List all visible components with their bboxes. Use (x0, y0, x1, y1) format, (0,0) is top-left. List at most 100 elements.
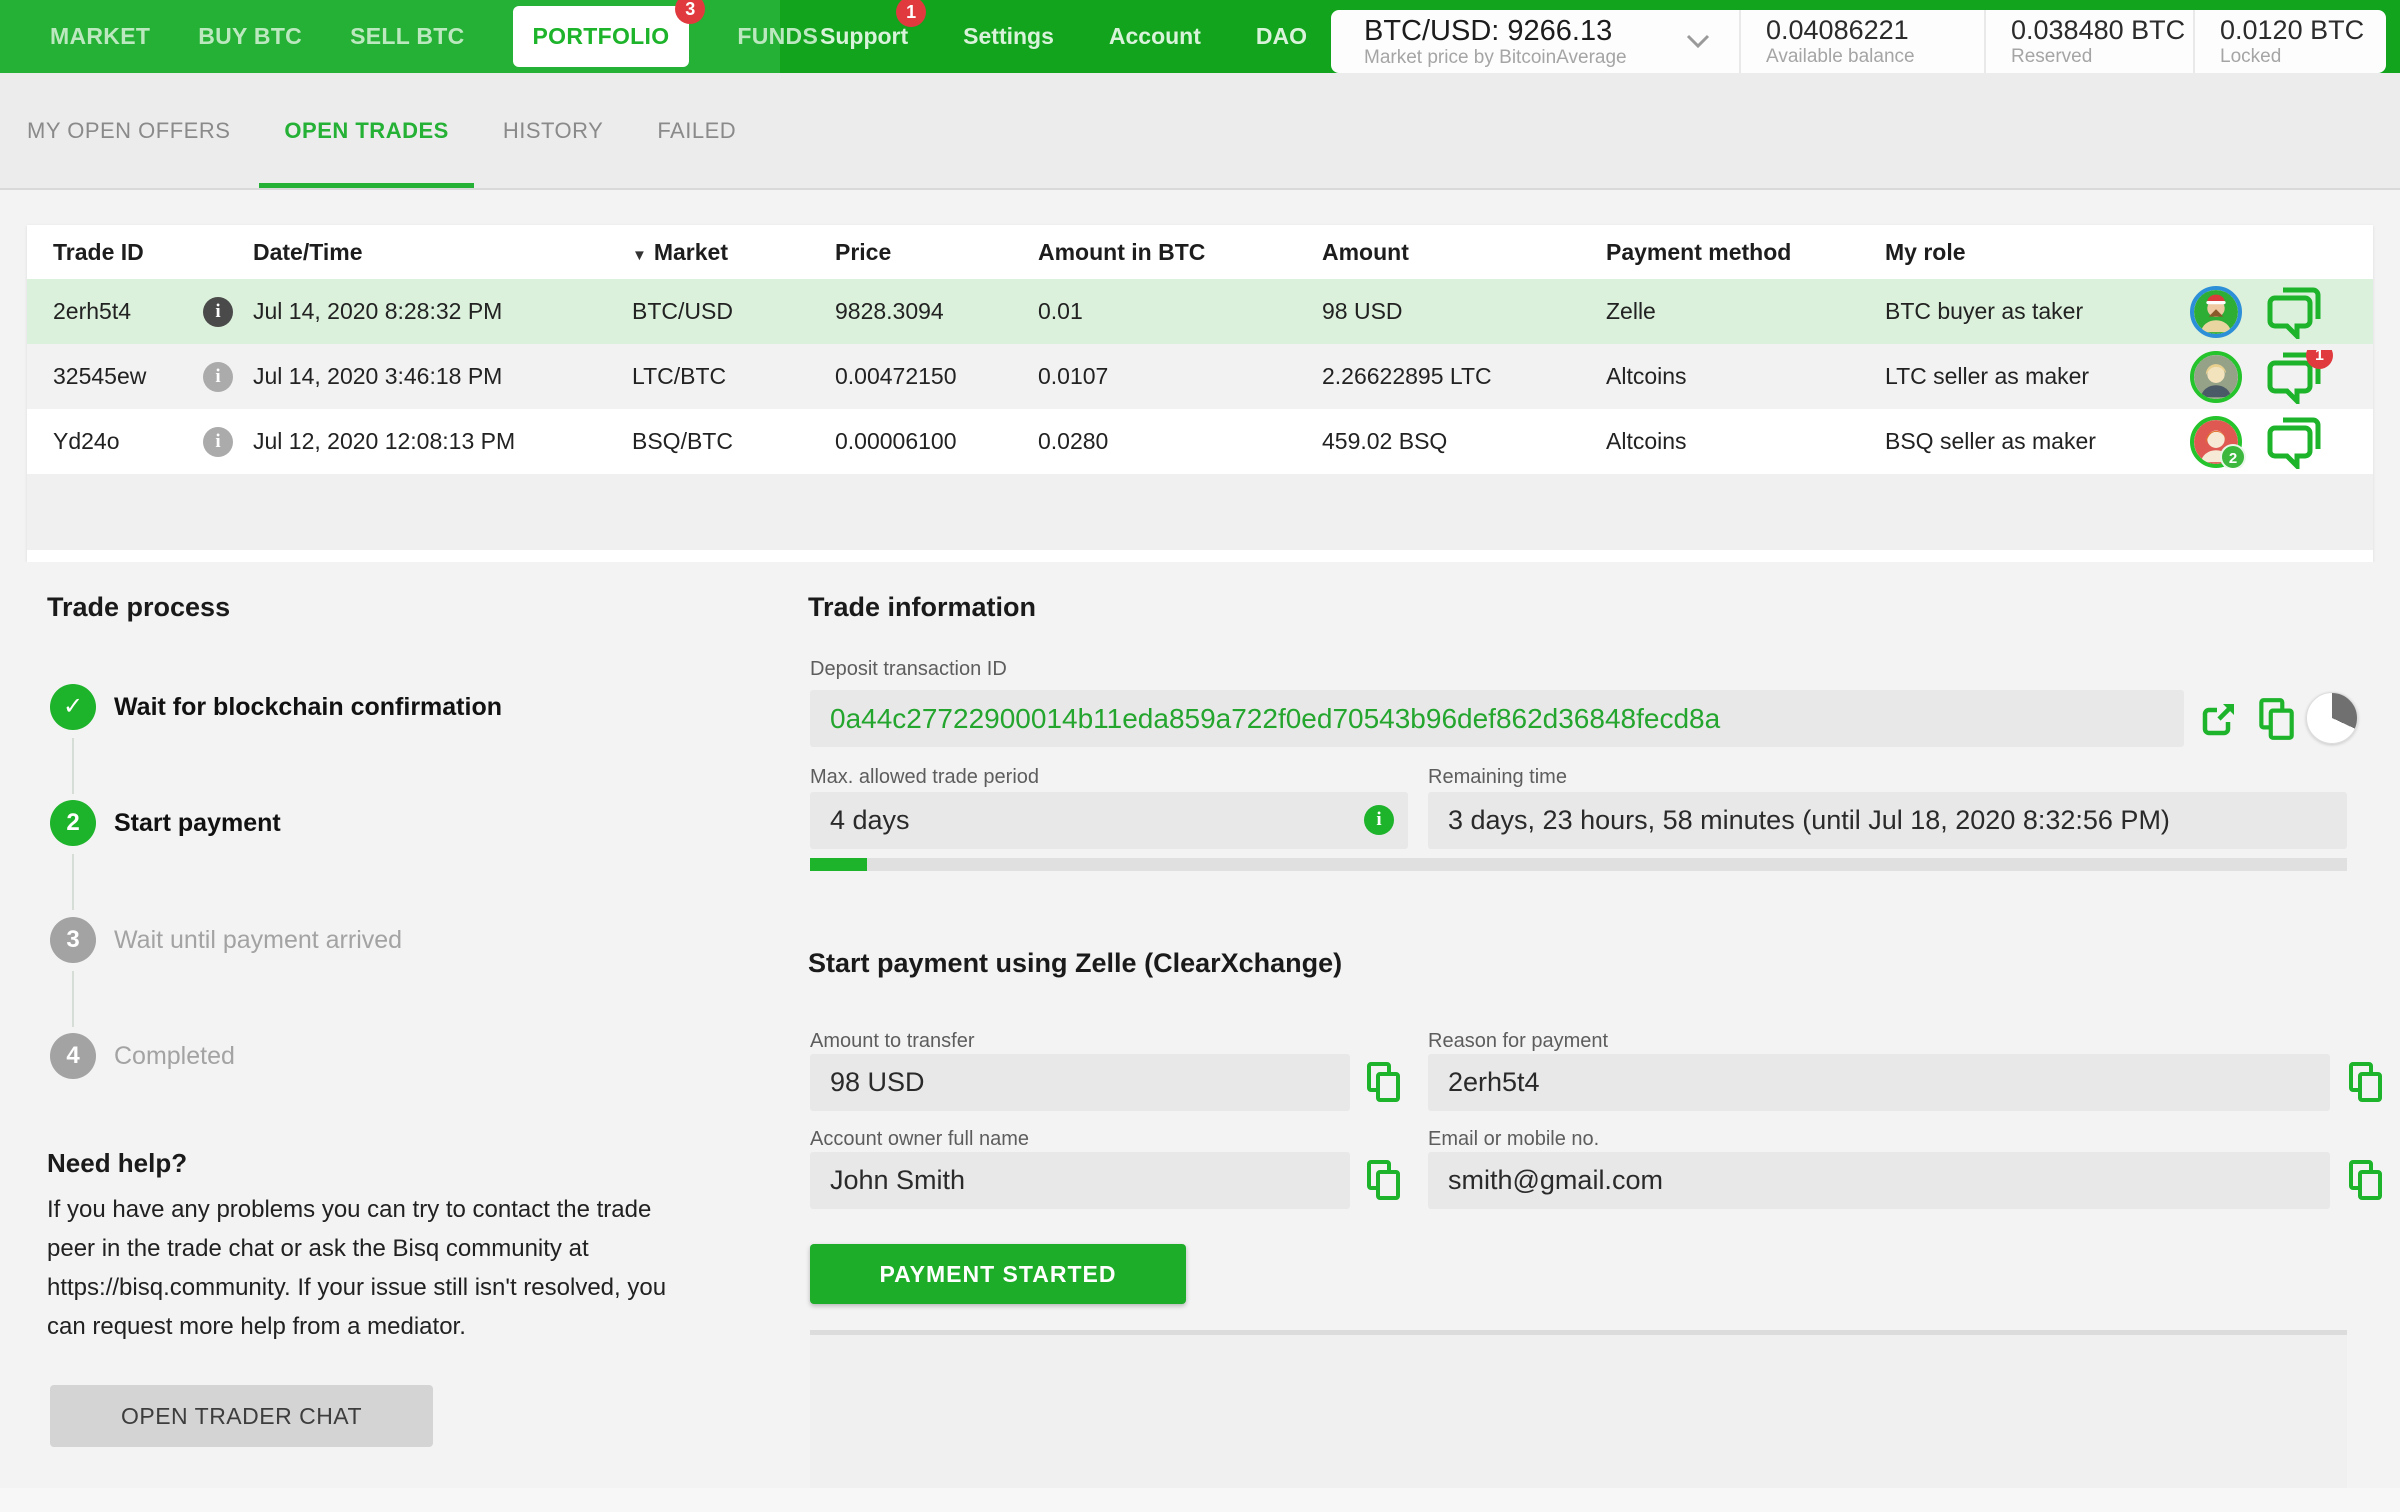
trade-datetime: Jul 12, 2020 12:08:13 PM (253, 428, 516, 454)
nav-sell-btc[interactable]: SELL BTC (350, 23, 464, 50)
step-label: Start payment (114, 808, 281, 837)
market-price-selector[interactable]: BTC/USD: 9266.13 Market price by Bitcoin… (1331, 10, 1739, 73)
col-amount-btc[interactable]: Amount in BTC (1038, 239, 1322, 266)
chat-icon[interactable] (2265, 285, 2323, 339)
deposit-tx-field[interactable]: 0a44c27722900014b11eda859a722f0ed70543b9… (810, 690, 2184, 747)
open-trades-table: Trade ID Date/Time ▼ Market Price Amount … (27, 225, 2373, 562)
main-menu: MARKET BUY BTC SELL BTC PORTFOLIO 3 FUND… (0, 0, 818, 73)
reason-for-payment-field[interactable]: 2erh5t4 (1428, 1054, 2330, 1111)
chevron-down-icon[interactable] (1685, 32, 1711, 55)
copy-icon[interactable] (2344, 1158, 2386, 1207)
info-icon[interactable]: i (203, 297, 233, 327)
col-market-label: Market (653, 238, 729, 265)
step-label: Wait for blockchain confirmation (114, 692, 502, 721)
table-row[interactable]: 32545ew i Jul 14, 2020 3:46:18 PM LTC/BT… (27, 344, 2373, 409)
step-connector (72, 971, 74, 1027)
col-market[interactable]: ▼ Market (632, 239, 835, 266)
step-start-payment: 2 Start payment (50, 800, 281, 846)
step-wait-payment-arrived: 3 Wait until payment arrived (50, 917, 402, 963)
trade-amount-btc: 0.0280 (1038, 428, 1109, 454)
secondary-menu: Support 1 Settings Account DAO (780, 0, 1340, 73)
locked-balance-value: 0.0120 BTC (2220, 15, 2365, 45)
trade-amount-btc: 0.0107 (1038, 363, 1109, 389)
step-connector (72, 738, 74, 794)
remaining-time-field[interactable]: 3 days, 23 hours, 58 minutes (until Jul … (1428, 792, 2347, 849)
deposit-tx-label: Deposit transaction ID (810, 658, 1007, 680)
tab-history[interactable]: HISTORY (478, 73, 629, 188)
portfolio-badge: 3 (675, 0, 706, 24)
trade-market: BTC/USD (632, 298, 733, 324)
open-external-icon[interactable] (2198, 698, 2240, 745)
chat-icon[interactable] (2265, 415, 2323, 469)
trade-information-title: Trade information (808, 592, 1037, 622)
email-or-mobile-field[interactable]: smith@gmail.com (1428, 1152, 2330, 1209)
info-icon[interactable]: i (203, 362, 233, 392)
tx-confidence-icon[interactable] (2306, 692, 2358, 744)
nav-market[interactable]: MARKET (50, 23, 150, 50)
reason-for-payment-label: Reason for payment (1428, 1030, 1609, 1052)
trade-payment-method: Altcoins (1606, 428, 1687, 454)
available-balance-value: 0.04086221 (1766, 15, 1909, 45)
tab-failed[interactable]: FAILED (632, 73, 761, 188)
col-amount[interactable]: Amount (1322, 239, 1606, 266)
start-payment-title: Start payment using Zelle (ClearXchange) (808, 948, 1343, 978)
step-number: 3 (50, 917, 96, 963)
chat-icon[interactable]: 1 (2265, 349, 2333, 404)
trade-price: 9828.3094 (835, 298, 944, 324)
trade-amount-btc: 0.01 (1038, 298, 1083, 324)
trade-price: 0.00472150 (835, 363, 957, 389)
peer-avatar[interactable] (2190, 350, 2242, 403)
col-datetime[interactable]: Date/Time (253, 239, 632, 266)
trade-detail-section: Trade process ✓ Wait for blockchain conf… (0, 562, 2400, 1512)
copy-icon[interactable] (2254, 696, 2298, 747)
trade-market: LTC/BTC (632, 363, 727, 389)
nav-account[interactable]: Account (1109, 23, 1201, 50)
info-icon[interactable]: i (203, 427, 233, 457)
trade-payment-method: Altcoins (1606, 363, 1687, 389)
col-payment-method[interactable]: Payment method (1606, 239, 1885, 266)
nav-dao[interactable]: DAO (1256, 23, 1307, 50)
portfolio-tabbar: MY OPEN OFFERS OPEN TRADES HISTORY FAILE… (0, 73, 2400, 190)
trade-period-field[interactable]: 4 days i (810, 792, 1408, 849)
payment-started-button[interactable]: PAYMENT STARTED (810, 1244, 1186, 1304)
reserved-balance-value: 0.038480 BTC (2011, 15, 2186, 45)
tab-my-open-offers[interactable]: MY OPEN OFFERS (2, 73, 255, 188)
table-row[interactable]: Yd24o i Jul 12, 2020 12:08:13 PM BSQ/BTC… (27, 409, 2373, 474)
table-row[interactable]: 2erh5t4 i Jul 14, 2020 8:28:32 PM BTC/US… (27, 279, 2373, 344)
nav-portfolio-active[interactable]: PORTFOLIO 3 (512, 0, 706, 67)
remaining-time-label: Remaining time (1428, 766, 1567, 788)
nav-buy-btc[interactable]: BUY BTC (198, 23, 302, 50)
step-wait-blockchain: ✓ Wait for blockchain confirmation (50, 684, 502, 730)
peer-avatar[interactable]: 2 (2190, 415, 2246, 468)
trade-amount: 98 USD (1322, 298, 1403, 324)
copy-icon[interactable] (2344, 1060, 2386, 1109)
avatar-badge: 2 (2220, 443, 2246, 468)
nav-settings[interactable]: Settings (963, 23, 1054, 50)
chat-badge: 1 (2306, 349, 2333, 369)
nav-support[interactable]: Support 1 (820, 0, 927, 50)
trade-period-progress (810, 858, 2347, 871)
col-price[interactable]: Price (835, 239, 1038, 266)
info-icon[interactable]: i (1364, 805, 1394, 835)
available-balance: 0.04086221 Available balance (1739, 10, 1984, 73)
copy-icon[interactable] (1362, 1060, 1404, 1109)
trade-id: Yd24o (53, 428, 120, 454)
amount-to-transfer-field[interactable]: 98 USD (810, 1054, 1350, 1111)
open-trader-chat-button[interactable]: OPEN TRADER CHAT (50, 1385, 433, 1447)
trade-process-title: Trade process (47, 592, 231, 622)
tab-open-trades[interactable]: OPEN TRADES (259, 73, 475, 188)
peer-avatar[interactable] (2190, 285, 2242, 338)
market-price-provider: Market price by BitcoinAverage (1364, 46, 1627, 68)
available-balance-label: Available balance (1766, 46, 1915, 67)
col-trade-id[interactable]: Trade ID (27, 239, 183, 266)
col-my-role[interactable]: My role (1885, 239, 2190, 266)
sort-desc-icon: ▼ (632, 246, 647, 264)
reserved-balance: 0.038480 BTC Reserved (1984, 10, 2193, 73)
copy-icon[interactable] (1362, 1158, 1404, 1207)
account-owner-field[interactable]: John Smith (810, 1152, 1350, 1209)
check-icon: ✓ (50, 684, 96, 730)
trade-period-progress-fill (810, 858, 867, 871)
trade-my-role: LTC seller as maker (1885, 363, 2090, 389)
trade-id: 32545ew (53, 363, 147, 389)
locked-balance: 0.0120 BTC Locked (2193, 10, 2386, 73)
